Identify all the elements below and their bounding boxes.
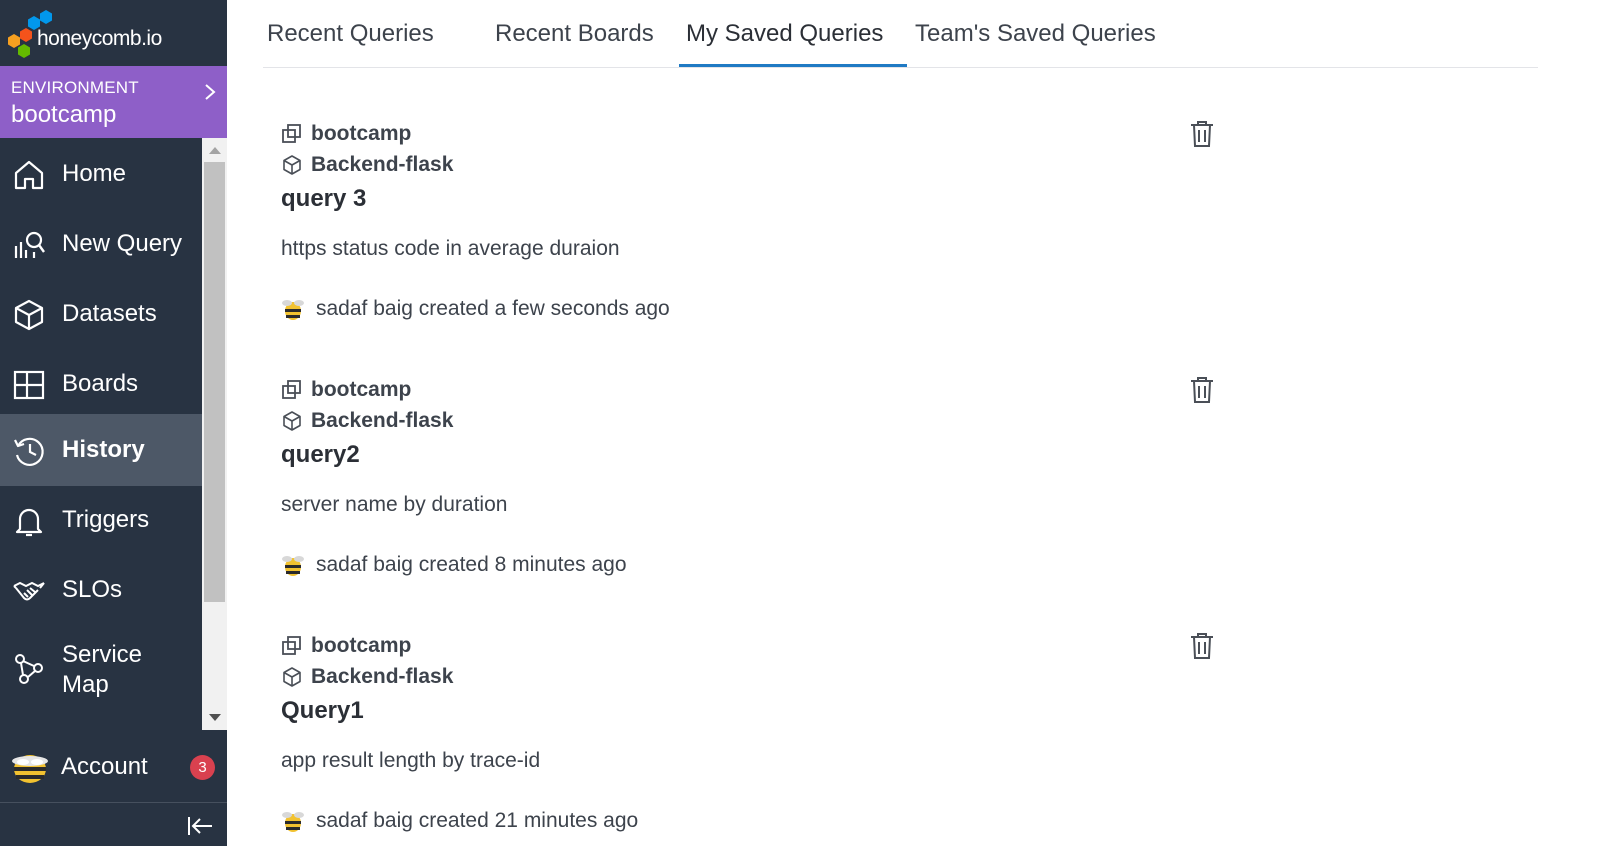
sidebar-item-new-query[interactable]: New Query	[0, 208, 202, 280]
sidebar-item-label: Service Map	[62, 641, 143, 698]
sidebar-item-triggers[interactable]: Triggers	[0, 484, 202, 556]
brand-wordmark: honeycomb.io	[37, 27, 162, 50]
active-tab-indicator	[679, 64, 907, 67]
sidebar: honeycomb.io ENVIRONMENT bootcamp Home N…	[0, 0, 227, 846]
query-environment: bootcamp	[281, 378, 411, 402]
delete-query-icon[interactable]	[1190, 376, 1214, 404]
history-tabs: Recent Queries Recent Boards My Saved Qu…	[263, 0, 1538, 68]
new-query-icon	[14, 231, 45, 258]
dataset-icon	[283, 155, 301, 175]
sidebar-item-label: Home	[62, 160, 127, 187]
author-text: sadaf baig created 8 minutes ago	[316, 553, 627, 576]
environment-icon	[282, 380, 301, 399]
account-label: Account	[61, 753, 148, 780]
query-environment: bootcamp	[281, 122, 411, 146]
environment-icon	[282, 124, 301, 143]
scroll-up-arrow[interactable]	[209, 147, 221, 154]
history-icon	[14, 437, 44, 466]
sidebar-item-label: Boards	[62, 370, 139, 397]
scrollbar-thumb[interactable]	[204, 162, 225, 602]
query-dataset: Backend-flask	[281, 665, 453, 689]
query-author: sadaf baig created 21 minutes ago	[281, 806, 638, 836]
bee-avatar-icon	[282, 300, 304, 320]
bee-avatar-icon	[282, 556, 304, 576]
scroll-down-arrow[interactable]	[209, 714, 221, 721]
datasets-icon	[14, 299, 44, 331]
query-description: app result length by trace-id	[281, 749, 541, 772]
bee-avatar-icon	[282, 812, 304, 832]
tab-recent-queries[interactable]: Recent Queries	[267, 20, 434, 48]
main-content: Recent Queries Recent Boards My Saved Qu…	[227, 0, 1614, 846]
bee-avatar-icon	[12, 755, 48, 783]
brand-logo[interactable]: honeycomb.io	[0, 0, 227, 66]
boards-icon	[13, 370, 45, 400]
tab-recent-boards[interactable]: Recent Boards	[495, 20, 654, 48]
sidebar-item-history[interactable]: History	[0, 414, 202, 486]
sidebar-item-label: Datasets	[62, 300, 157, 327]
tab-teams-saved-queries[interactable]: Team's Saved Queries	[915, 20, 1156, 48]
query-title[interactable]: Query1	[281, 697, 364, 725]
environment-selector[interactable]: ENVIRONMENT bootcamp	[0, 66, 227, 138]
sidebar-item-slos[interactable]: SLOs	[0, 554, 202, 626]
sidebar-item-account[interactable]: Account 3	[0, 730, 227, 802]
collapse-sidebar-icon[interactable]	[186, 814, 214, 838]
environment-name: bootcamp	[11, 101, 117, 128]
saved-query-card: bootcamp Backend-flask query2 server nam…	[227, 374, 1227, 630]
query-description: server name by duration	[281, 493, 508, 516]
notification-badge: 3	[190, 755, 215, 780]
sidebar-scrollbar[interactable]	[202, 138, 227, 730]
environment-name: bootcamp	[311, 378, 412, 401]
dataset-name: Backend-flask	[311, 409, 454, 432]
query-author: sadaf baig created a few seconds ago	[281, 294, 670, 324]
sidebar-item-datasets[interactable]: Datasets	[0, 278, 202, 350]
sidebar-nav: Home New Query Datasets Boards History T…	[0, 138, 202, 730]
saved-query-card: bootcamp Backend-flask Query1 app result…	[227, 630, 1227, 846]
tab-my-saved-queries[interactable]: My Saved Queries	[686, 20, 883, 48]
sidebar-item-label: New Query	[62, 230, 183, 257]
dataset-icon	[283, 667, 301, 687]
sidebar-item-label: History	[62, 436, 145, 463]
query-title[interactable]: query2	[281, 441, 360, 469]
sidebar-item-service-map[interactable]: Service Map	[0, 628, 202, 708]
handshake-icon	[13, 581, 45, 601]
query-environment: bootcamp	[281, 634, 411, 658]
environment-icon	[282, 636, 301, 655]
query-description: https status code in average duraion	[281, 237, 620, 260]
dataset-name: Backend-flask	[311, 153, 454, 176]
environment-name: bootcamp	[311, 122, 412, 145]
environment-name: bootcamp	[311, 634, 412, 657]
dataset-name: Backend-flask	[311, 665, 454, 688]
sidebar-item-label: SLOs	[62, 576, 123, 603]
delete-query-icon[interactable]	[1190, 632, 1214, 660]
saved-query-card: bootcamp Backend-flask query 3 https sta…	[227, 118, 1227, 374]
sidebar-item-label: Triggers	[62, 506, 150, 533]
bell-icon	[15, 508, 43, 537]
delete-query-icon[interactable]	[1190, 120, 1214, 148]
sidebar-item-boards[interactable]: Boards	[0, 348, 202, 420]
query-dataset: Backend-flask	[281, 153, 453, 177]
sidebar-divider	[0, 802, 227, 803]
query-dataset: Backend-flask	[281, 409, 453, 433]
home-icon	[14, 160, 44, 190]
query-title[interactable]: query 3	[281, 185, 366, 213]
author-text: sadaf baig created 21 minutes ago	[316, 809, 639, 832]
sidebar-item-home[interactable]: Home	[0, 138, 202, 210]
author-text: sadaf baig created a few seconds ago	[316, 297, 670, 320]
environment-label: ENVIRONMENT	[11, 78, 139, 97]
dataset-icon	[283, 411, 301, 431]
query-author: sadaf baig created 8 minutes ago	[281, 550, 627, 580]
chevron-right-icon	[205, 84, 216, 100]
service-map-icon	[15, 654, 43, 684]
